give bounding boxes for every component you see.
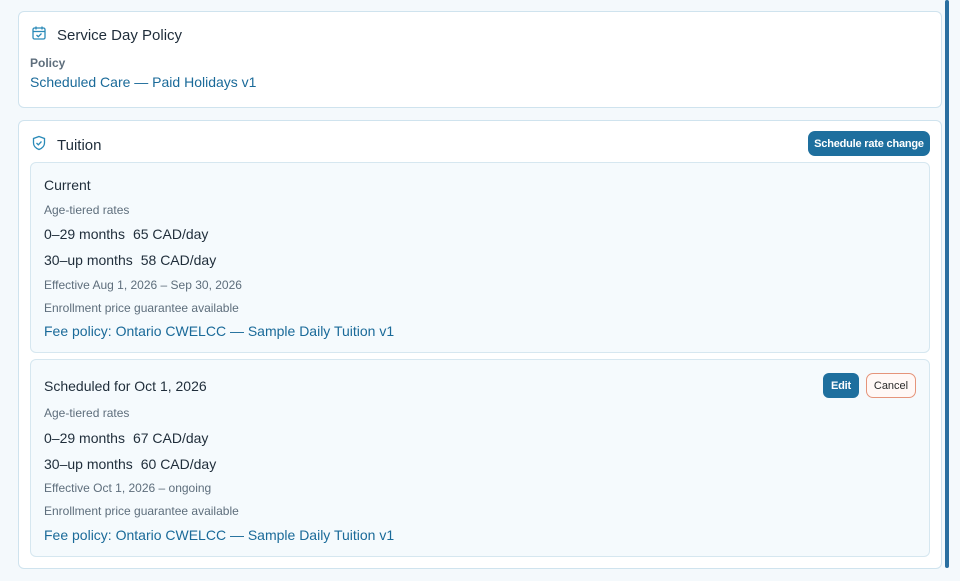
service-day-policy-card: Service Day Policy Policy Scheduled Care… xyxy=(18,11,942,108)
fee-policy-link[interactable]: Fee policy: Ontario CWELCC — Sample Dail… xyxy=(44,527,394,543)
effective-dates: Effective Aug 1, 2026 – Sep 30, 2026 xyxy=(44,278,242,292)
policy-link[interactable]: Scheduled Care — Paid Holidays v1 xyxy=(30,74,256,90)
rate-tier: 30–up months 58 CAD/day xyxy=(44,252,216,268)
tier-rate: 60 CAD/day xyxy=(140,456,217,472)
scrollbar[interactable] xyxy=(945,0,949,568)
tier-rate: 65 CAD/day xyxy=(132,226,209,242)
scheduled-rates-panel: Scheduled for Oct 1, 2026 Edit Cancel Ag… xyxy=(30,359,930,557)
tuition-card: Tuition Schedule rate change Current Age… xyxy=(18,120,942,569)
rate-tier: 30–up months 60 CAD/day xyxy=(44,456,216,472)
tuition-title: Tuition xyxy=(57,137,102,154)
price-guarantee: Enrollment price guarantee available xyxy=(44,301,239,315)
rates-label: Age-tiered rates xyxy=(44,203,130,217)
tier-age: 30–up months xyxy=(44,456,133,472)
current-rates-panel: Current Age-tiered rates 0–29 months 65 C… xyxy=(30,162,930,353)
scheduled-heading: Scheduled for Oct 1, 2026 xyxy=(44,378,207,394)
policy-label: Policy xyxy=(30,56,66,70)
service-day-policy-title: Service Day Policy xyxy=(57,27,183,44)
shield-check-icon xyxy=(31,135,47,156)
current-heading: Current xyxy=(44,177,91,193)
price-guarantee: Enrollment price guarantee available xyxy=(44,504,239,518)
tier-rate: 58 CAD/day xyxy=(140,252,217,268)
service-day-policy-header: Service Day Policy xyxy=(31,25,182,46)
tier-age: 0–29 months xyxy=(44,430,125,446)
schedule-rate-change-button[interactable]: Schedule rate change xyxy=(808,131,930,156)
edit-button[interactable]: Edit xyxy=(823,373,859,398)
fee-policy-link[interactable]: Fee policy: Ontario CWELCC — Sample Dail… xyxy=(44,323,394,339)
tier-rate: 67 CAD/day xyxy=(132,430,209,446)
tier-age: 30–up months xyxy=(44,252,133,268)
tuition-header: Tuition xyxy=(31,135,101,156)
calendar-check-icon xyxy=(31,25,47,46)
cancel-button[interactable]: Cancel xyxy=(866,373,916,398)
rates-label: Age-tiered rates xyxy=(44,406,130,420)
rate-tier: 0–29 months 67 CAD/day xyxy=(44,430,208,446)
tier-age: 0–29 months xyxy=(44,226,125,242)
effective-dates: Effective Oct 1, 2026 – ongoing xyxy=(44,481,212,495)
rate-tier: 0–29 months 65 CAD/day xyxy=(44,226,208,242)
